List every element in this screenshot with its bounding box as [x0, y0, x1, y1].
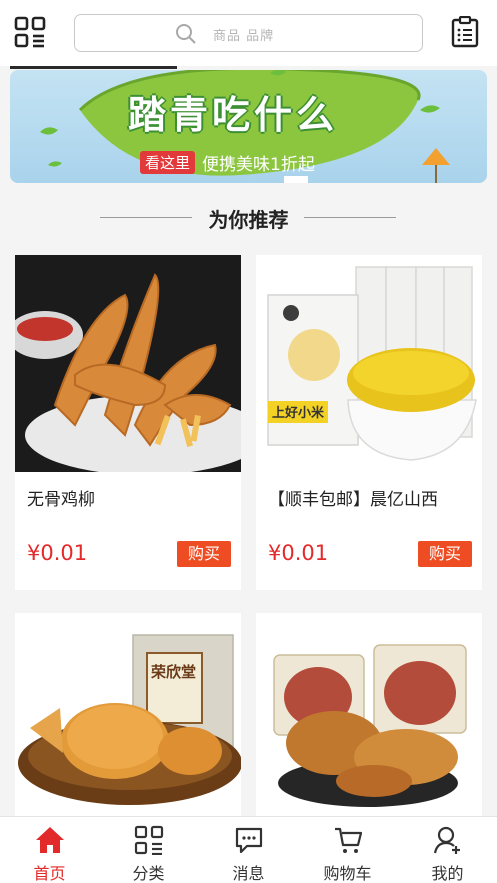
banner-indicator — [10, 66, 177, 69]
tab-profile-label: 我的 — [431, 864, 464, 883]
grid-icon[interactable] — [14, 16, 46, 48]
tab-home[interactable]: 首页 — [0, 817, 99, 883]
search-icon — [176, 24, 196, 44]
product-price: ¥0.01 — [27, 541, 88, 565]
product-card[interactable] — [256, 613, 482, 816]
tab-home-label: 首页 — [33, 864, 66, 883]
product-image[interactable] — [15, 255, 241, 472]
buy-button[interactable]: 购买 — [177, 541, 231, 567]
search-input[interactable]: 商品 品牌 — [74, 14, 423, 52]
bottom-tab-bar: 首页 分类 消息 购物车 我的 — [0, 816, 497, 883]
app-root: 商品 品牌 踏青吃什么 看这里 便携美味1折起 为你推荐 无骨鸡柳 ¥0.01 … — [0, 0, 497, 883]
tab-cart-label: 购物车 — [323, 864, 372, 883]
recommend-section-header: 为你推荐 — [0, 196, 497, 240]
packaging-text: 上好小米 — [272, 405, 325, 421]
user-add-icon — [433, 826, 460, 854]
divider-right — [304, 217, 396, 218]
tab-messages-label: 消息 — [232, 864, 265, 883]
banner-title: 踏青吃什么 — [128, 93, 339, 137]
tab-profile[interactable]: 我的 — [398, 817, 497, 883]
clipboard-list-icon[interactable] — [451, 16, 479, 48]
product-name[interactable]: 无骨鸡柳 — [27, 485, 95, 510]
tab-cart[interactable]: 购物车 — [298, 817, 397, 883]
tab-messages[interactable]: 消息 — [199, 817, 298, 883]
banner-subtitle: 便携美味1折起 — [202, 155, 315, 175]
search-placeholder: 商品 品牌 — [213, 29, 275, 44]
tab-category-label: 分类 — [132, 864, 165, 883]
home-icon — [36, 827, 64, 853]
product-card[interactable]: 无骨鸡柳 ¥0.01 购买 — [15, 255, 241, 590]
cart-icon — [335, 827, 363, 853]
banner-tag: 看这里 — [140, 151, 196, 174]
product-price: ¥0.01 — [268, 541, 329, 565]
category-grid-icon — [134, 825, 164, 855]
product-card[interactable]: 荣欣堂 — [15, 613, 241, 816]
top-header: 商品 品牌 — [0, 0, 497, 66]
product-image[interactable]: 荣欣堂 — [15, 613, 241, 816]
message-icon — [235, 827, 263, 854]
product-image[interactable]: 上好小米 — [256, 255, 482, 472]
packaging-text: 荣欣堂 — [150, 663, 196, 681]
buy-button[interactable]: 购买 — [418, 541, 472, 567]
product-image[interactable] — [256, 613, 482, 816]
product-card[interactable]: 上好小米 【顺丰包邮】晨亿山西 ¥0.01 购买 — [256, 255, 482, 590]
product-name[interactable]: 【顺丰包邮】晨亿山西 — [268, 485, 438, 510]
section-title: 为你推荐 — [208, 208, 289, 232]
tab-category[interactable]: 分类 — [99, 817, 198, 883]
